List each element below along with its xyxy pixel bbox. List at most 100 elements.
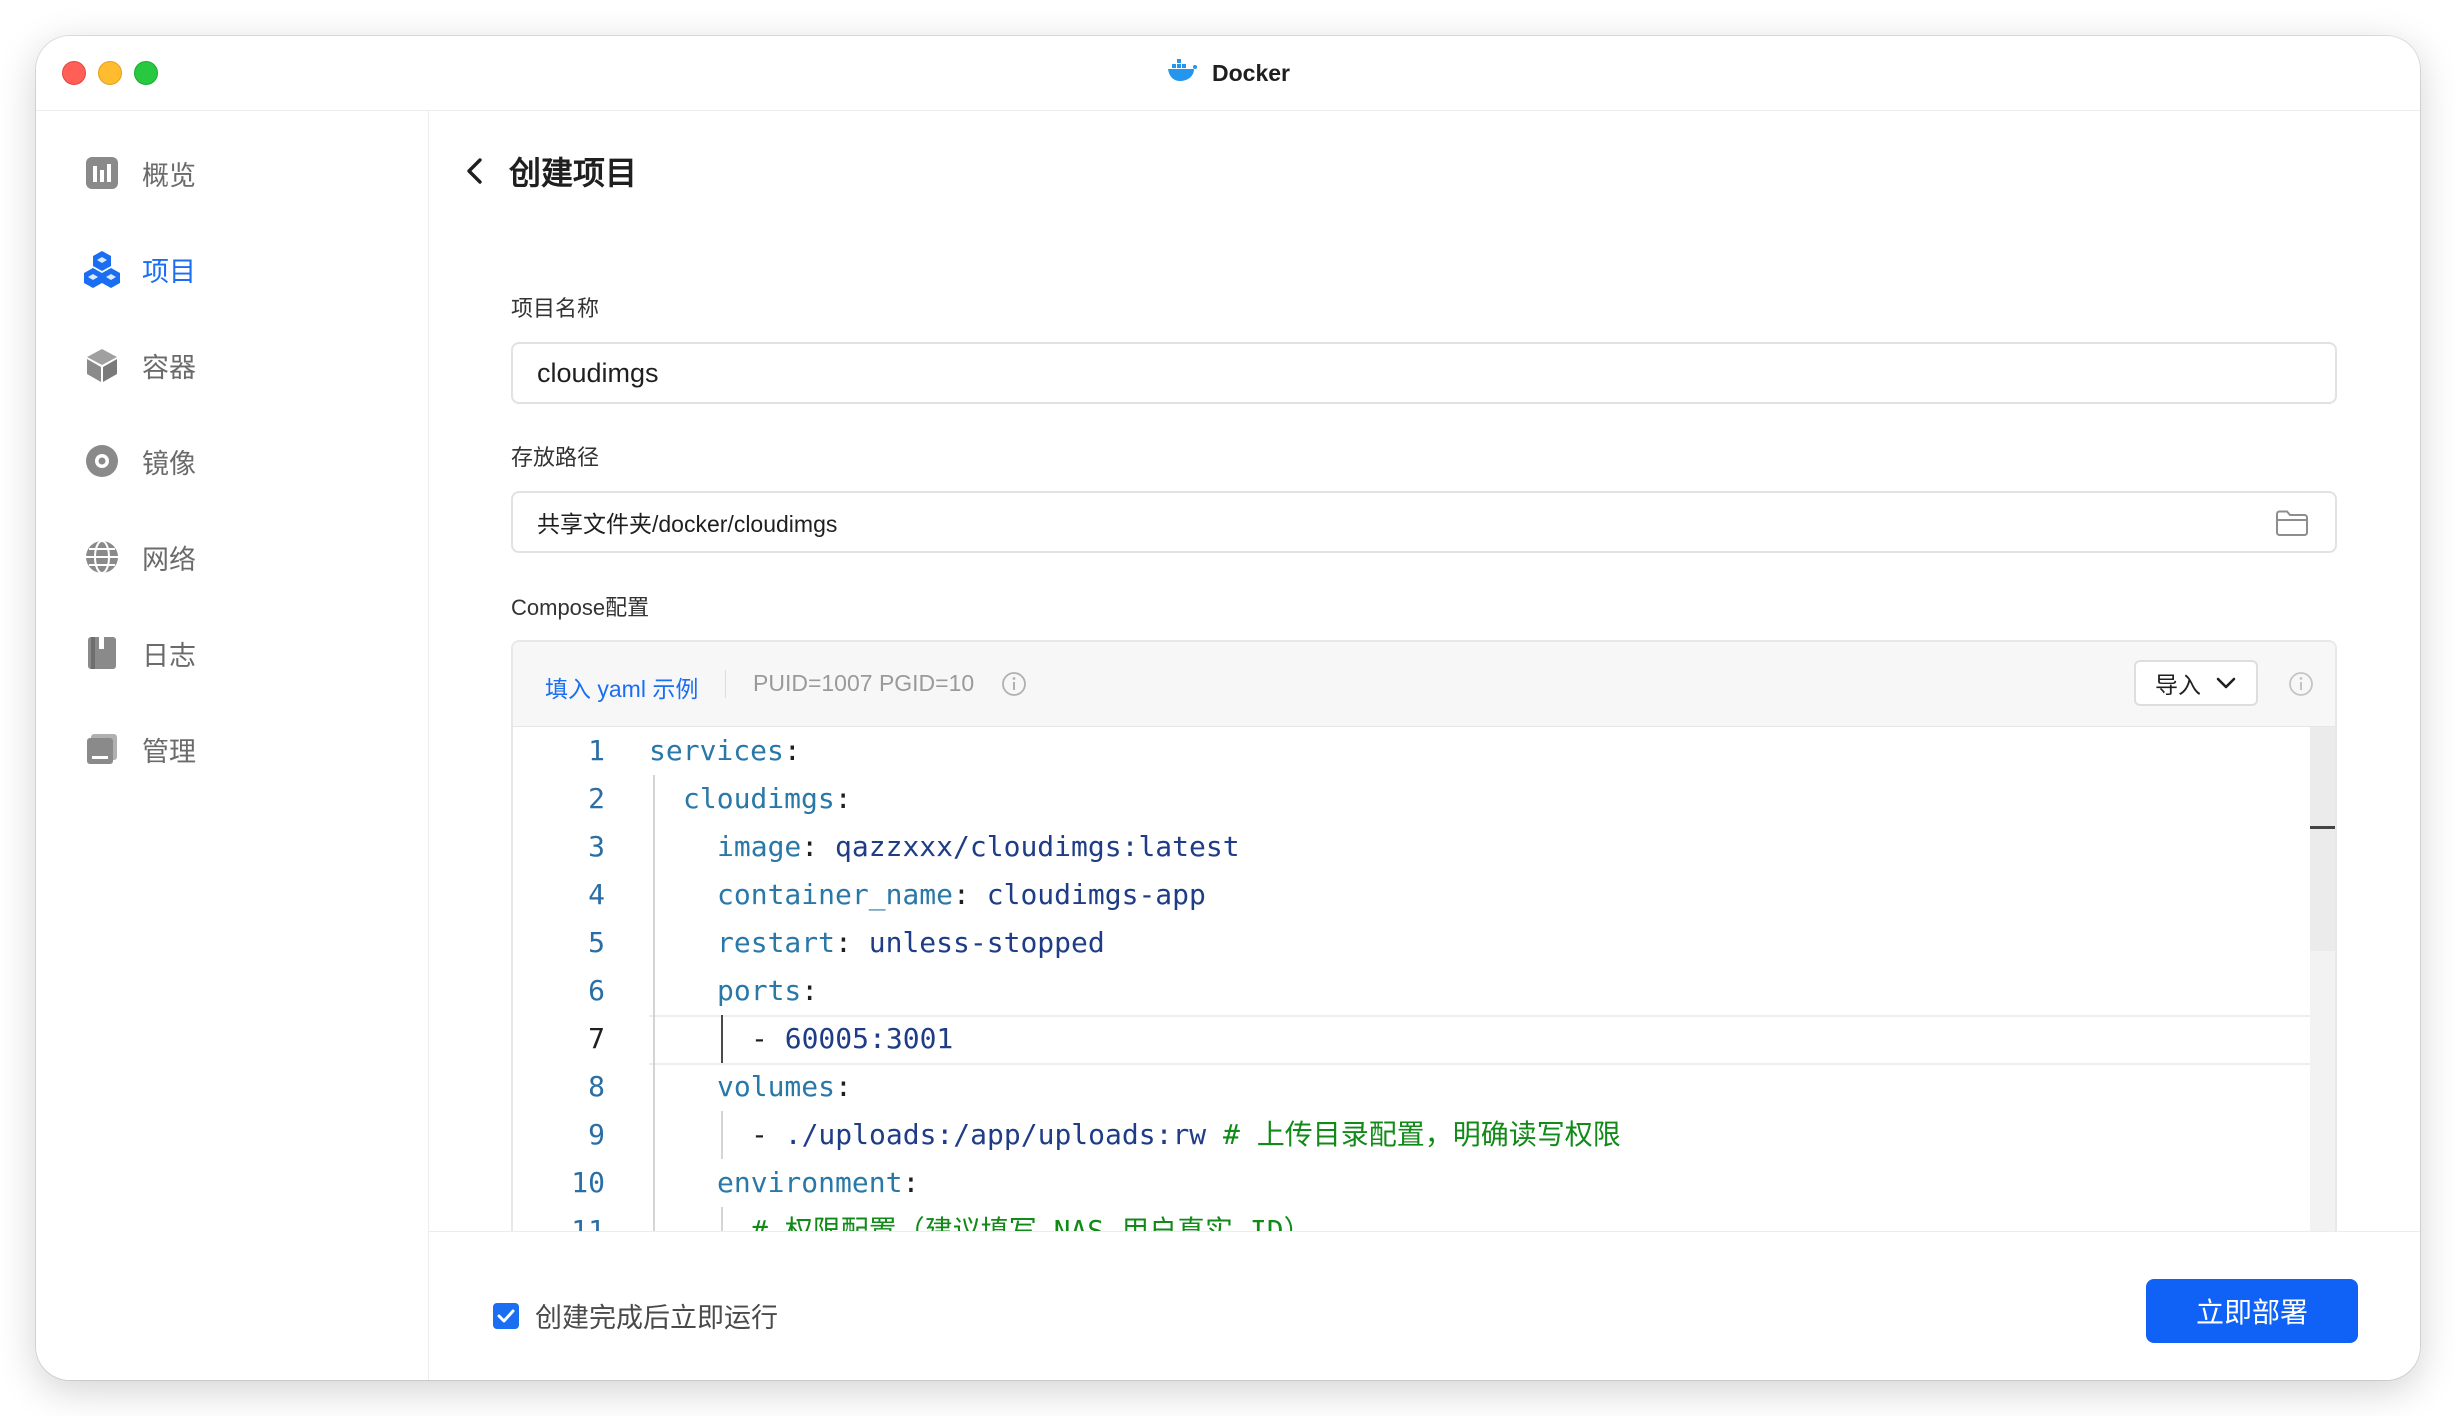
title-bar: Docker [36, 36, 2420, 111]
page-title: 创建项目 [509, 155, 638, 191]
code-line: - 60005:3001 [751, 1015, 953, 1063]
globe-icon [82, 537, 122, 577]
sidebar-item-label: 镜像 [142, 448, 196, 479]
import-dropdown[interactable]: 导入 [2134, 660, 2258, 706]
line-number-gutter: 1234567891011 [513, 727, 637, 1280]
run-after-create-checkbox[interactable]: 创建完成后立即运行 [493, 1296, 778, 1335]
code-line: restart: unless-stopped [717, 919, 1105, 967]
project-name-input[interactable]: cloudimgs [511, 342, 2337, 404]
sidebar-item-overview[interactable]: 概览 [82, 145, 196, 201]
info-icon[interactable] [1001, 671, 1027, 702]
code-line: cloudimgs: [683, 775, 852, 823]
yaml-value: 60005:3001 [784, 1022, 954, 1055]
line-number: 9 [588, 1118, 605, 1151]
code-line: services: [649, 727, 801, 775]
yaml-comment: # 上传目录配置，明确读写权限 [1206, 1118, 1621, 1151]
sidebar-item-logs[interactable]: 日志 [82, 625, 196, 681]
yaml-list-dash: - [751, 1118, 785, 1151]
yaml-key: image [717, 830, 802, 863]
code-area[interactable]: 1234567891011 services:cloudimgs:image: … [513, 727, 2335, 1280]
editor-scrollbar-track[interactable] [2310, 727, 2335, 1280]
sidebar-item-projects[interactable]: 项目 [82, 241, 196, 297]
sidebar-item-network[interactable]: 网络 [82, 529, 196, 585]
yaml-separator: : [801, 830, 836, 863]
line-number: 1 [588, 734, 605, 767]
yaml-value: ./uploads:/app/uploads:rw [784, 1118, 1207, 1151]
code-line: ports: [717, 967, 818, 1015]
yaml-key: volumes [717, 1070, 836, 1103]
yaml-key: restart [717, 926, 836, 959]
line-number: 3 [588, 830, 605, 863]
indent-guide [653, 775, 655, 1279]
code-line: environment: [717, 1159, 919, 1207]
yaml-separator: : [783, 734, 801, 767]
yaml-separator: : [953, 878, 987, 911]
fill-yaml-example-link[interactable]: 填入 yaml 示例 [545, 670, 698, 704]
sidebar-item-images[interactable]: 镜像 [82, 433, 196, 489]
sidebar-item-label: 项目 [142, 256, 196, 287]
storage-path-label: 存放路径 [511, 445, 600, 470]
code-line: volumes: [717, 1063, 852, 1111]
sidebar-item-containers[interactable]: 容器 [82, 337, 196, 393]
storage-path-input[interactable]: 共享文件夹/docker/cloudimgs [511, 491, 2337, 553]
line-number: 5 [588, 926, 605, 959]
yaml-key: cloudimgs [683, 782, 835, 815]
yaml-key: services [649, 734, 784, 767]
sidebar-item-label: 概览 [142, 160, 196, 191]
compose-editor: 填入 yaml 示例 PUID=1007 PGID=10 导入 1 2 3 4 … [511, 640, 2337, 1280]
back-chevron-icon[interactable] [461, 155, 489, 187]
sidebar-item-label: 容器 [142, 352, 196, 383]
yaml-separator: : [835, 926, 869, 959]
yaml-value: qazzxxx/cloudimgs:latest [835, 830, 1240, 863]
sidebar-item-label: 网络 [142, 544, 196, 575]
yaml-separator: : [834, 782, 852, 815]
footer-bar: 创建完成后立即运行 立即部署 [429, 1231, 2420, 1380]
checkbox-checked-icon[interactable] [493, 1302, 519, 1329]
sidebar-item-label: 管理 [142, 736, 196, 767]
line-number: 10 [571, 1166, 605, 1199]
deploy-button[interactable]: 立即部署 [2146, 1279, 2358, 1343]
yaml-list-dash: - [751, 1022, 785, 1055]
run-after-create-label: 创建完成后立即运行 [535, 1303, 778, 1333]
chart-bar-icon [82, 153, 122, 193]
docker-logo-icon [1166, 56, 1198, 90]
sidebar: 概览 项目 容器 镜像 网络 日志 管理 [36, 111, 429, 1380]
code-line: image: qazzxxx/cloudimgs:latest [717, 823, 1240, 871]
sidebar-item-label: 日志 [142, 640, 196, 671]
window-title-group: Docker [36, 36, 2420, 110]
scroll-position-marker [2310, 826, 2335, 829]
sidebar-item-manage[interactable]: 管理 [82, 721, 196, 777]
code-line: container_name: cloudimgs-app [717, 871, 1206, 919]
yaml-key: container_name [717, 878, 954, 911]
chevron-down-icon [2215, 676, 2237, 690]
info-icon[interactable] [2288, 671, 2314, 702]
indent-guide [721, 1015, 723, 1063]
line-number: 8 [588, 1070, 605, 1103]
deploy-button-label: 立即部署 [2195, 1297, 2308, 1328]
editor-scrollbar-thumb[interactable] [2310, 727, 2335, 951]
yaml-value: cloudimgs-app [986, 878, 1206, 911]
line-number: 7 [588, 1022, 605, 1055]
cubes-icon [82, 249, 122, 289]
line-number: 6 [588, 974, 605, 1007]
box-icon [82, 345, 122, 385]
docker-window: Docker 概览 项目 容器 镜像 网络 日志 管理 创建项目 项目名称 cl… [36, 36, 2420, 1380]
yaml-separator: : [801, 974, 819, 1007]
indent-guide [721, 1111, 723, 1159]
project-name-value: cloudimgs [537, 357, 659, 388]
toolbar-divider [725, 670, 726, 698]
manage-icon [82, 729, 122, 769]
main-content: 创建项目 项目名称 cloudimgs 存放路径 共享文件夹/docker/cl… [429, 111, 2420, 1380]
line-number: 2 [588, 782, 605, 815]
book-icon [82, 633, 122, 673]
import-label: 导入 [2155, 672, 2201, 698]
yaml-separator: : [835, 1070, 852, 1103]
editor-toolbar: 填入 yaml 示例 PUID=1007 PGID=10 导入 [513, 642, 2335, 727]
disc-icon [82, 441, 122, 481]
yaml-key: environment [717, 1166, 903, 1199]
yaml-value: unless-stopped [868, 926, 1105, 959]
folder-icon[interactable] [2275, 509, 2309, 543]
code-line: - ./uploads:/app/uploads:rw # 上传目录配置，明确读… [751, 1111, 1621, 1159]
env-id-hint: PUID=1007 PGID=10 [753, 670, 975, 696]
window-title: Docker [1212, 59, 1290, 86]
